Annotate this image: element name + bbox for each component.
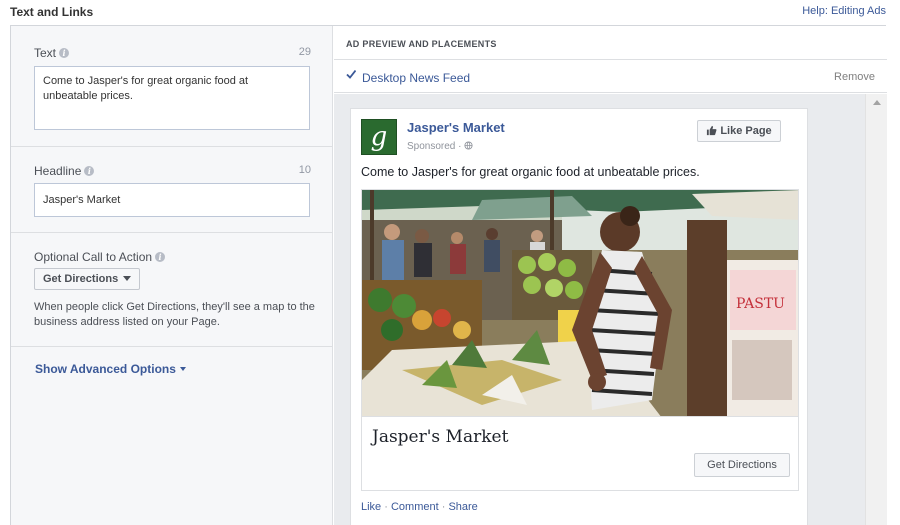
market-photo-illustration: PASTU	[362, 190, 798, 416]
check-icon	[346, 69, 356, 79]
editor-frame: Text i 29 Come to Jasper's for great orga…	[10, 25, 887, 525]
globe-icon	[464, 141, 473, 150]
caret-down-icon	[123, 276, 132, 281]
sponsored-label: Sponsored ·	[407, 141, 473, 152]
caret-down-icon	[179, 367, 186, 371]
show-advanced-options-link[interactable]: Show Advanced Options	[35, 362, 186, 376]
ad-body-text: Come to Jasper's for great organic food …	[361, 165, 700, 179]
call-to-action-label: Optional Call to Action i	[34, 250, 166, 264]
ad-text-editor-panel: Text i 29 Come to Jasper's for great orga…	[11, 26, 333, 525]
ad-image[interactable]: PASTU	[361, 189, 799, 417]
call-to-action-help-text: When people click Get Directions, they'l…	[34, 301, 315, 328]
like-action[interactable]: Like	[361, 501, 381, 513]
share-action[interactable]: Share	[448, 501, 477, 513]
preview-header-title: AD PREVIEW AND PLACEMENTS	[346, 39, 497, 49]
ad-actions: Like · Comment · Share	[361, 501, 478, 513]
placement-desktop-news-feed[interactable]: Desktop News Feed	[362, 71, 470, 85]
call-to-action-dropdown[interactable]: Get Directions	[34, 268, 141, 290]
preview-scrollbar[interactable]	[865, 94, 887, 525]
ad-preview-panel: AD PREVIEW AND PLACEMENTS Desktop News F…	[334, 26, 887, 525]
text-field-section: Text i 29 Come to Jasper's for great orga…	[11, 26, 333, 147]
link-headline: Jasper's Market	[372, 427, 509, 447]
text-char-count: 29	[298, 46, 311, 58]
remove-placement-link[interactable]: Remove	[834, 71, 875, 83]
ad-preview-card: g Jasper's Market Sponsored · Like Page …	[350, 108, 808, 525]
headline-char-count: 10	[298, 164, 311, 176]
page-logo[interactable]: g	[361, 119, 397, 155]
link-preview-box[interactable]: Jasper's Market Get Directions	[361, 417, 799, 491]
text-field-label: Text i	[34, 46, 70, 60]
preview-area: g Jasper's Market Sponsored · Like Page …	[334, 94, 887, 525]
headline-field-section: Headline i 10 Jasper's Market	[11, 147, 333, 233]
text-input[interactable]: Come to Jasper's for great organic food …	[34, 66, 310, 130]
thumbs-up-icon	[707, 125, 717, 136]
section-title: Text and Links	[10, 5, 94, 19]
comment-action[interactable]: Comment	[391, 501, 439, 513]
info-icon[interactable]: i	[84, 166, 95, 176]
info-icon[interactable]: i	[59, 48, 70, 58]
preview-header: AD PREVIEW AND PLACEMENTS	[334, 26, 887, 60]
headline-input[interactable]: Jasper's Market	[34, 183, 310, 217]
headline-field-label: Headline i	[34, 164, 95, 178]
top-bar: Text and Links Help: Editing Ads	[0, 0, 900, 24]
like-page-button[interactable]: Like Page	[697, 120, 781, 142]
help-editing-ads-link[interactable]: Help: Editing Ads	[802, 5, 886, 17]
scroll-up-arrow-icon[interactable]	[873, 100, 881, 105]
info-icon[interactable]: i	[155, 252, 166, 262]
placement-row: Desktop News Feed Remove	[334, 60, 887, 93]
page-name-link[interactable]: Jasper's Market	[407, 120, 505, 135]
get-directions-button[interactable]: Get Directions	[694, 453, 790, 477]
svg-text:PASTU: PASTU	[736, 296, 785, 312]
